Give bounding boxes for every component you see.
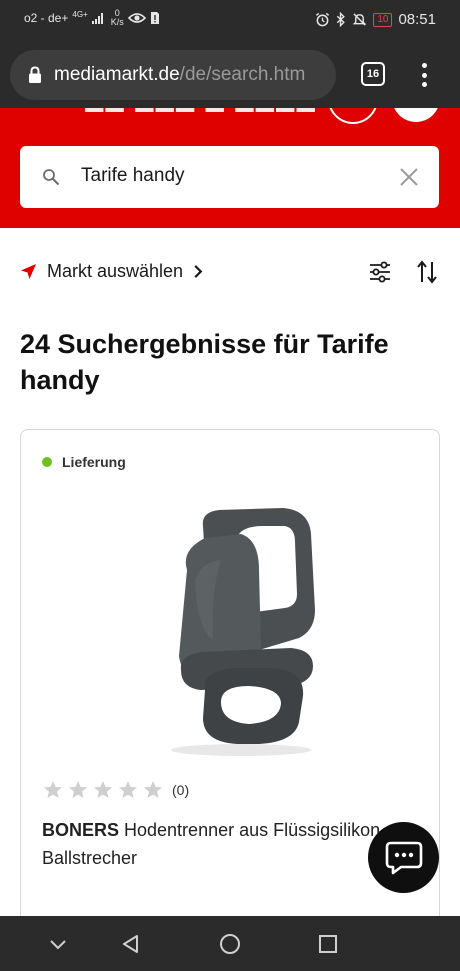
sim-alert-icon [150, 12, 159, 24]
site-header: ▀▀ ▀▀▀ ▀ ▀▀▀▀ Tarife handy [0, 108, 460, 228]
address-bar[interactable]: mediamarkt.de/de/search.htm [10, 50, 336, 100]
sort-icon[interactable] [416, 260, 438, 284]
close-icon[interactable] [399, 167, 419, 187]
browser-toolbar: mediamarkt.de/de/search.htm 16 [0, 40, 460, 108]
rating-count: (0) [172, 782, 190, 798]
location-arrow-icon [20, 263, 37, 279]
star-icon [69, 781, 87, 798]
chevron-right-icon [194, 264, 203, 278]
url-domain: mediamarkt.de [54, 64, 180, 85]
page-title: 24 Suchergebnisse für Tarife handy [20, 329, 389, 395]
speed-unit: K/s [110, 17, 124, 27]
star-icon [94, 781, 112, 798]
market-row: Markt auswählen [0, 248, 460, 294]
chat-button[interactable] [368, 822, 439, 893]
cart-button[interactable] [392, 108, 440, 122]
search-field[interactable]: Tarife handy [20, 146, 439, 208]
filter-icon[interactable] [369, 261, 391, 283]
account-button[interactable] [328, 108, 378, 124]
clock: 08:51 [398, 11, 436, 28]
lock-icon [29, 66, 41, 83]
url-path: /de/search.htm [179, 64, 306, 85]
signal-icon [91, 12, 103, 24]
status-bar: o2 - de+ 4G+ 0 K/s 10 08:51 [0, 0, 460, 40]
eye-icon [127, 13, 146, 23]
product-brand: BONERS [42, 820, 120, 840]
product-image[interactable] [141, 500, 341, 760]
star-icon [44, 781, 62, 798]
chevron-down-icon[interactable] [47, 933, 69, 955]
url-text: mediamarkt.de/de/search.htm [54, 64, 305, 86]
star-icon [144, 781, 162, 798]
star-rating: (0) [43, 780, 189, 800]
availability-dot-icon [42, 457, 52, 467]
home-icon[interactable] [219, 933, 241, 955]
carrier-label: o2 - de+ [24, 11, 69, 25]
search-input[interactable]: Tarife handy [81, 165, 185, 187]
recents-icon[interactable] [317, 933, 339, 955]
network-type: 4G+ [72, 10, 88, 19]
availability-label: Lieferung [62, 454, 126, 470]
back-icon[interactable] [120, 933, 142, 955]
logo-fragment: ▀▀ ▀▀▀ ▀ ▀▀▀▀ [85, 108, 317, 126]
bluetooth-icon [337, 12, 346, 27]
search-icon [43, 169, 60, 186]
battery-indicator: 10 [373, 12, 393, 27]
browser-menu-button[interactable] [414, 60, 434, 90]
market-select-link[interactable]: Markt auswählen [20, 256, 203, 286]
tab-switcher-button[interactable]: 16 [361, 62, 385, 86]
star-icon [119, 781, 137, 798]
chat-icon [385, 841, 422, 874]
alarm-icon [316, 12, 330, 27]
mute-icon [352, 13, 367, 26]
availability-badge: Lieferung [42, 454, 126, 470]
status-left: o2 - de+ 4G+ 0 K/s [24, 9, 160, 27]
system-navigation-bar [0, 916, 460, 971]
market-select-label: Markt auswählen [47, 260, 184, 281]
status-right: 10 08:51 [315, 11, 436, 28]
network-speed: 0 K/s [111, 9, 124, 27]
